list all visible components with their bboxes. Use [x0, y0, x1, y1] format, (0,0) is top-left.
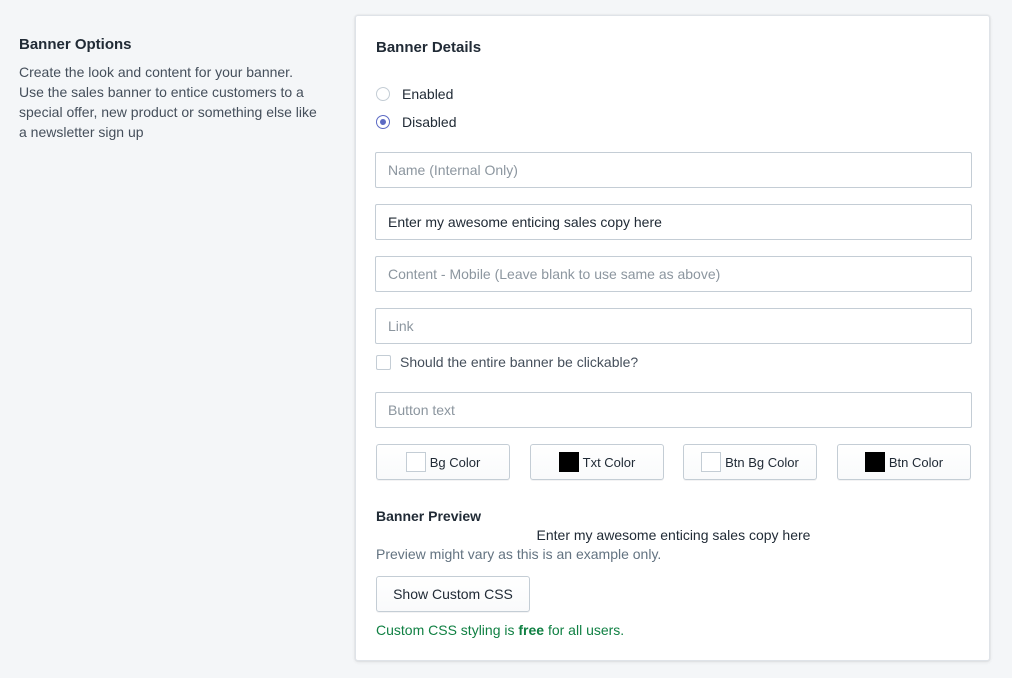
radio-enabled[interactable]: Enabled — [376, 86, 453, 102]
custom-css-free-note: Custom CSS styling is free for all users… — [376, 622, 624, 638]
button-text-input[interactable] — [375, 392, 972, 428]
banner-preview-text: Enter my awesome enticing sales copy her… — [536, 527, 811, 543]
bg-color-label: Bg Color — [429, 454, 481, 470]
banner-options-description: Create the look and content for your ban… — [19, 64, 317, 140]
free-note-suffix: for all users. — [547, 622, 625, 638]
bg-color-swatch — [405, 452, 426, 472]
banner-preview-title: Banner Preview — [376, 508, 482, 524]
radio-disabled-circle[interactable] — [376, 115, 390, 129]
txt-color-swatch — [558, 452, 579, 472]
banner-options-section: Banner Options Create the look and conte… — [19, 36, 319, 142]
txt-color-button[interactable]: Txt Color — [530, 444, 664, 480]
free-note-bold: free — [518, 622, 545, 638]
show-custom-css-button[interactable]: Show Custom CSS — [376, 576, 530, 612]
content-mobile-input[interactable] — [375, 256, 972, 292]
banner-details-card: Banner Details Enabled Disabled Should t… — [355, 15, 990, 661]
clickable-banner-label: Should the entire banner be clickable? — [400, 354, 639, 370]
btn-bg-color-label: Btn Bg Color — [725, 454, 799, 470]
radio-disabled[interactable]: Disabled — [376, 114, 456, 130]
free-note-prefix: Custom CSS styling is — [376, 622, 515, 638]
radio-enabled-label: Enabled — [402, 86, 454, 102]
btn-bg-color-swatch — [701, 452, 722, 472]
radio-disabled-label: Disabled — [402, 114, 457, 130]
preview-note: Preview might vary as this is an example… — [376, 546, 662, 562]
btn-color-swatch — [864, 452, 885, 472]
btn-color-label: Btn Color — [888, 454, 944, 470]
btn-bg-color-button[interactable]: Btn Bg Color — [683, 444, 817, 480]
clickable-banner-option[interactable]: Should the entire banner be clickable? — [376, 354, 638, 370]
btn-color-button[interactable]: Btn Color — [837, 444, 971, 480]
banner-details-title: Banner Details — [376, 39, 482, 56]
clickable-banner-checkbox[interactable] — [376, 354, 391, 370]
content-input[interactable] — [375, 204, 972, 240]
bg-color-button[interactable]: Bg Color — [376, 444, 510, 480]
radio-enabled-circle[interactable] — [376, 87, 390, 101]
banner-options-title: Banner Options — [19, 36, 132, 53]
txt-color-label: Txt Color — [582, 454, 636, 470]
link-input[interactable] — [375, 308, 972, 344]
name-input[interactable] — [375, 152, 972, 188]
